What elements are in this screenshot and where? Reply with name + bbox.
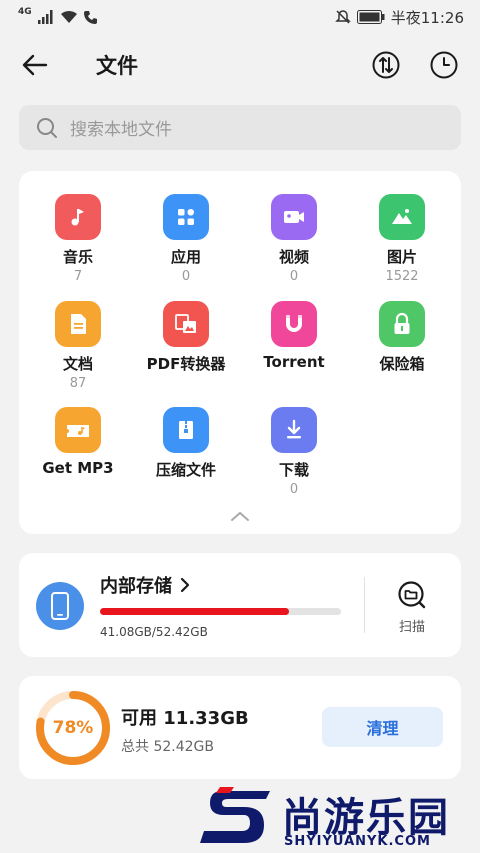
total-space: 总共 52.42GB xyxy=(121,739,214,755)
call-icon xyxy=(83,11,97,24)
available-space: 可用 11.33GB xyxy=(121,708,249,729)
usage-percent: 78% xyxy=(52,718,94,738)
phone-icon xyxy=(36,582,84,630)
storage-size-text: 41.08GB/52.42GB xyxy=(100,625,208,639)
watermark-logo-icon xyxy=(200,787,270,843)
search-input[interactable]: 搜索本地文件 xyxy=(19,105,461,150)
category-card: 音乐 7 应用 0 视频 0 图片 1522 文档 87 PDF转换器 Torr… xyxy=(19,171,461,534)
network-type: 4G xyxy=(18,7,32,17)
video-icon xyxy=(271,194,317,240)
document-icon xyxy=(55,301,101,347)
watermark: 尚游乐园 SHYIYUANYK.COM xyxy=(200,785,480,853)
internal-storage-card[interactable]: 内部存储 41.08GB/52.42GB 扫描 xyxy=(19,553,461,657)
clean-button[interactable]: 清理 xyxy=(322,707,443,747)
category-download[interactable]: 下载 0 xyxy=(239,407,349,497)
divider xyxy=(364,577,365,633)
torrent-magnet-icon xyxy=(271,301,317,347)
chevron-right-icon xyxy=(180,577,190,593)
back-button[interactable] xyxy=(20,52,50,78)
scan-button[interactable]: 扫描 xyxy=(387,580,437,635)
battery-icon xyxy=(356,10,385,24)
storage-title[interactable]: 内部存储 xyxy=(100,572,190,598)
wifi-icon xyxy=(60,10,77,23)
storage-progress-bar xyxy=(100,608,341,615)
category-safe-box[interactable]: 保险箱 xyxy=(347,301,457,376)
category-torrent[interactable]: Torrent xyxy=(239,301,349,373)
available-space-card: 78% 可用 11.33GB 总共 52.42GB 清理 xyxy=(19,676,461,779)
storage-progress-fill xyxy=(100,608,289,615)
app-bar: 文件 xyxy=(0,40,480,90)
collapse-button[interactable] xyxy=(230,509,250,523)
category-music[interactable]: 音乐 7 xyxy=(23,194,133,284)
signal-icon xyxy=(37,10,53,24)
category-pdf-converter[interactable]: PDF转换器 xyxy=(131,301,241,376)
recent-button[interactable] xyxy=(428,49,460,81)
category-zip[interactable]: 压缩文件 xyxy=(131,407,241,482)
page-title: 文件 xyxy=(96,54,138,78)
sort-button[interactable] xyxy=(370,49,402,81)
clock: 半夜11:26 xyxy=(390,8,464,27)
search-placeholder: 搜索本地文件 xyxy=(70,120,172,140)
sort-arrows-icon xyxy=(372,51,400,79)
status-bar: 4G 半夜11:26 xyxy=(0,0,480,34)
pdf-converter-icon xyxy=(163,301,209,347)
category-apps[interactable]: 应用 0 xyxy=(131,194,241,284)
category-documents[interactable]: 文档 87 xyxy=(23,301,133,391)
mute-bell-icon xyxy=(334,10,351,24)
category-images[interactable]: 图片 1522 xyxy=(347,194,457,284)
zip-icon xyxy=(163,407,209,453)
folder-scan-icon xyxy=(398,581,426,609)
get-mp3-icon xyxy=(55,407,101,453)
image-icon xyxy=(379,194,425,240)
category-video[interactable]: 视频 0 xyxy=(239,194,349,284)
clock-icon xyxy=(430,51,458,79)
lock-icon xyxy=(379,301,425,347)
arrow-left-icon xyxy=(22,54,48,76)
music-icon xyxy=(55,194,101,240)
search-icon xyxy=(37,117,57,138)
watermark-en-text: SHYIYUANYK.COM xyxy=(284,834,431,849)
apps-icon xyxy=(163,194,209,240)
category-get-mp3[interactable]: Get MP3 xyxy=(23,407,133,479)
chevron-up-icon xyxy=(231,511,249,521)
download-icon xyxy=(271,407,317,453)
